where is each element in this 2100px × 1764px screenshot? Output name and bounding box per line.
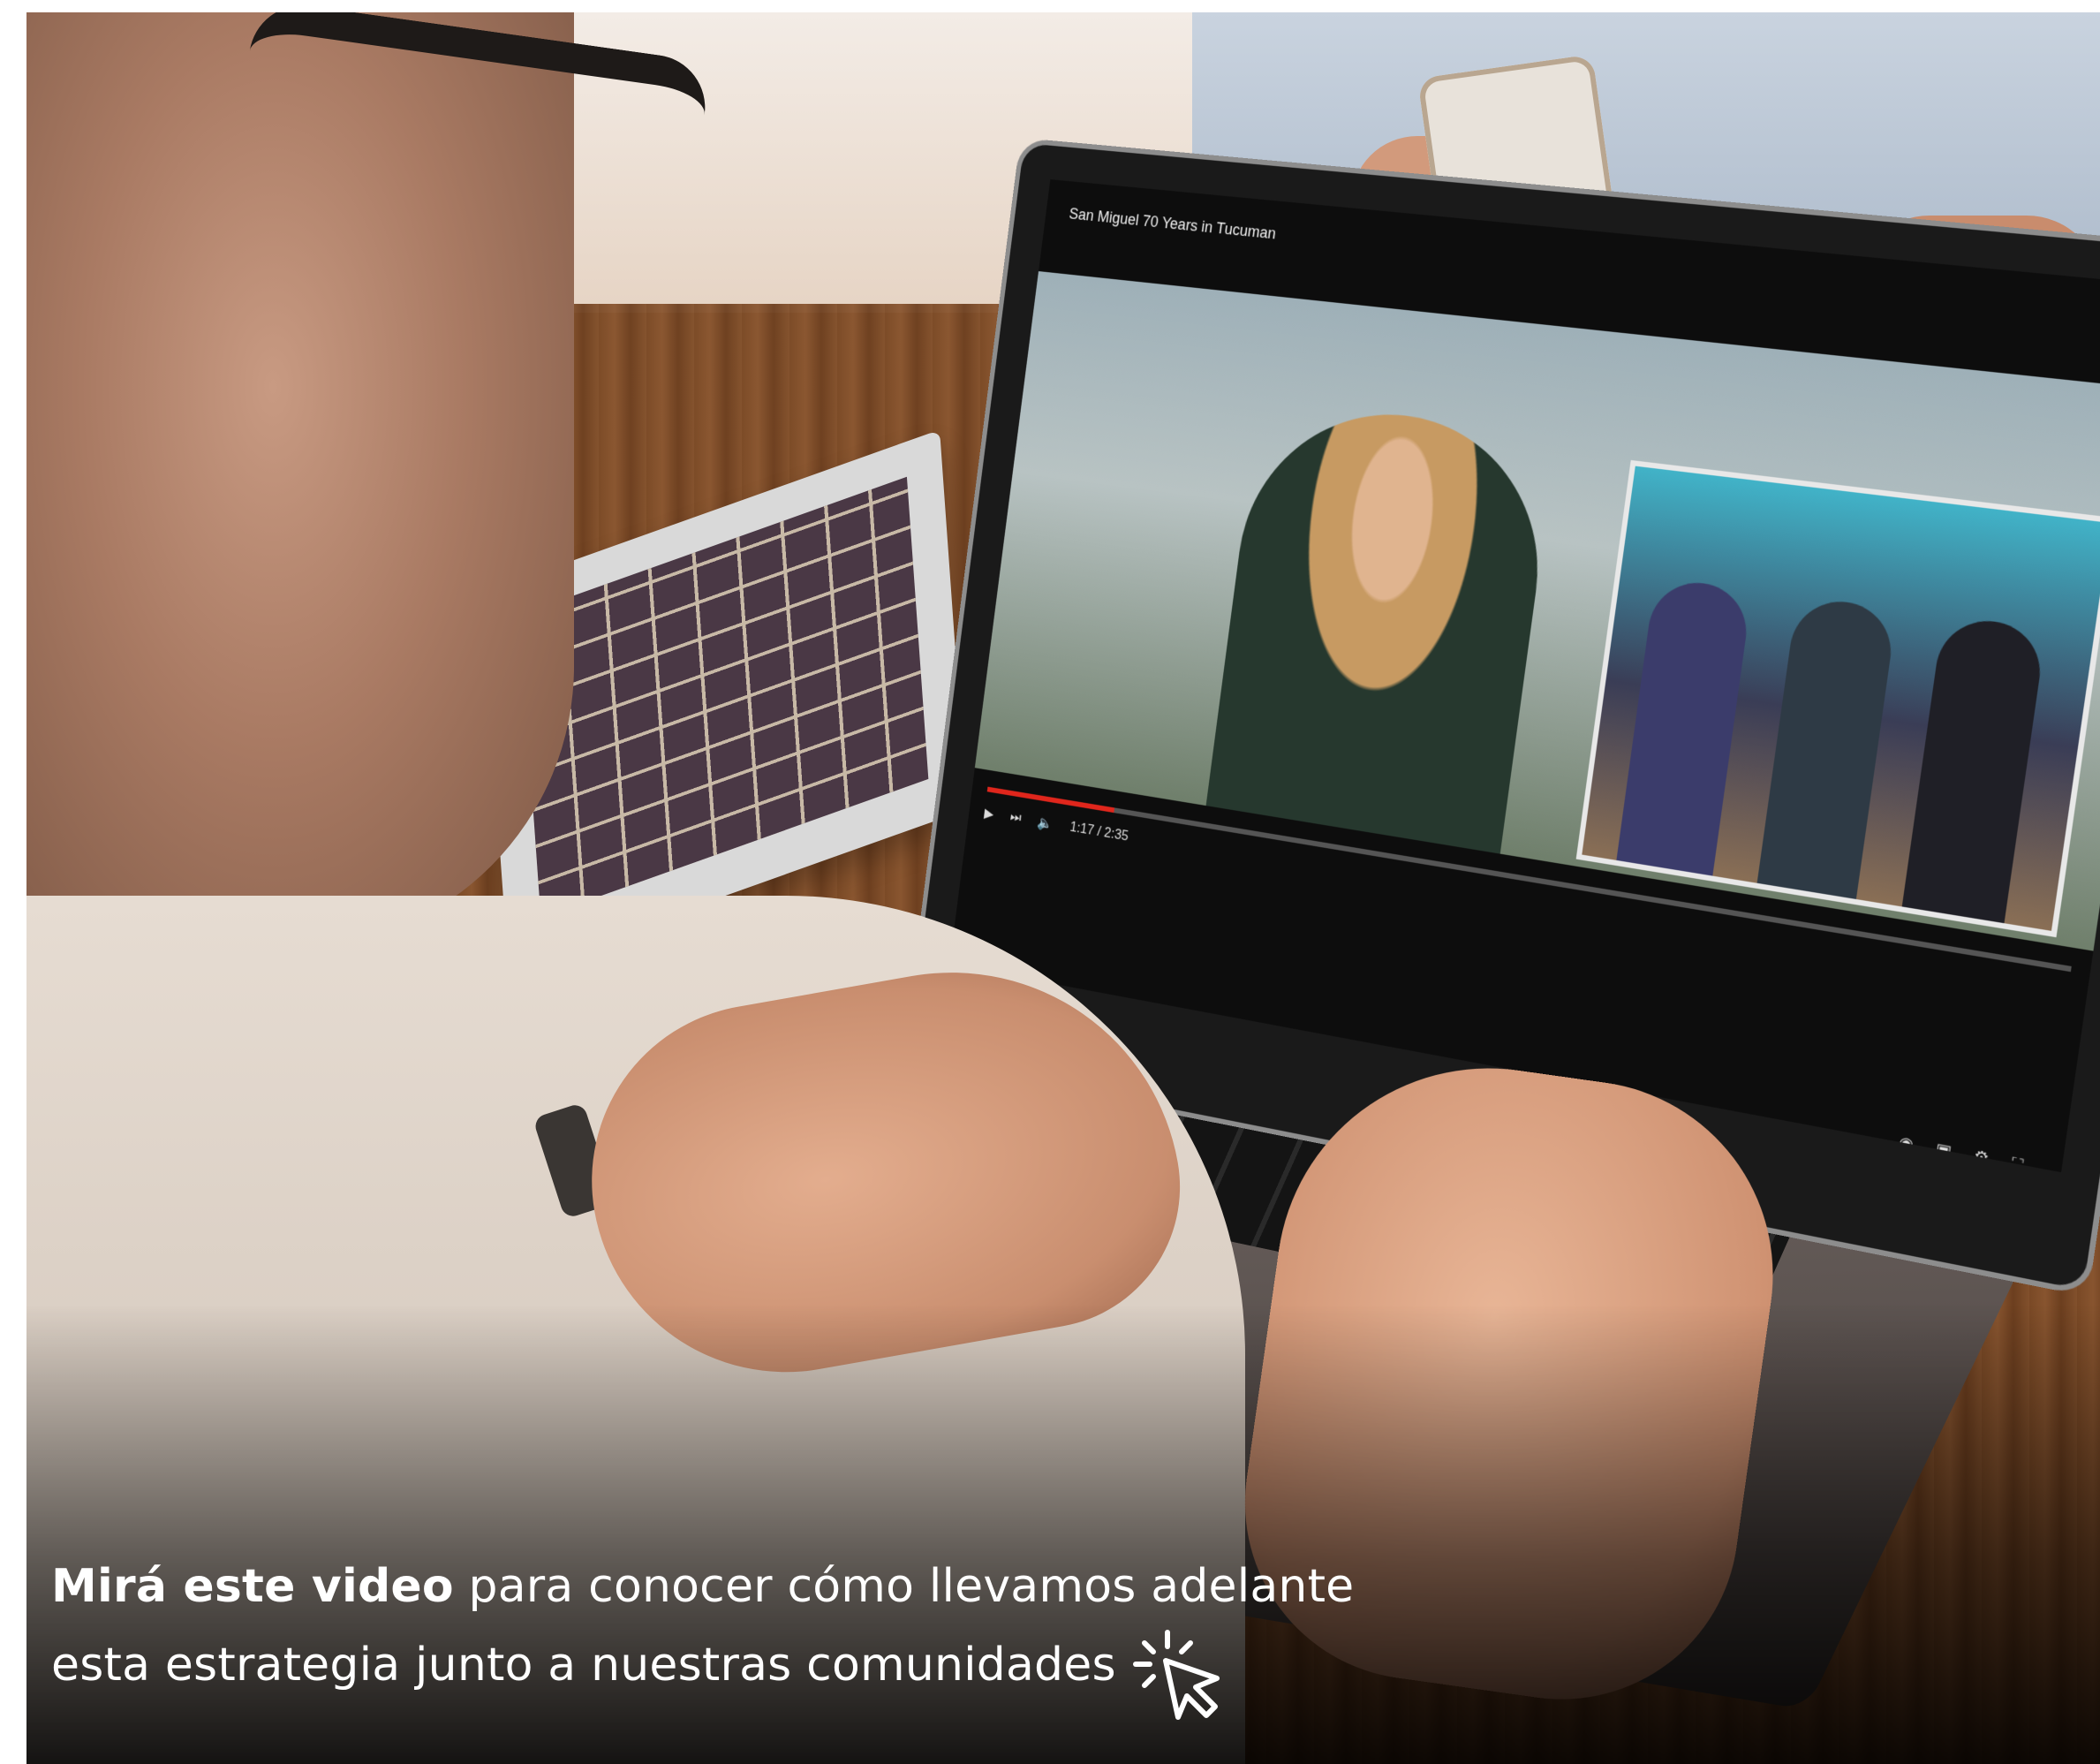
video-player[interactable]	[975, 271, 2100, 951]
fullscreen-icon[interactable]: ⛶	[2010, 1154, 2025, 1172]
inset-person-2	[1757, 595, 1898, 899]
caption-line1-text: para conocer cómo llevamos adelante	[454, 1556, 1355, 1616]
play-icon[interactable]: ▶	[983, 805, 994, 822]
man-head	[26, 12, 574, 949]
volume-icon[interactable]: 🔈	[1037, 814, 1054, 833]
caption-bold-text: Mirá este video	[51, 1556, 454, 1616]
caption-line-2: esta estrategia junto a nuestras comunid…	[51, 1616, 1354, 1714]
caption-line-1: Mirá este video para conocer cómo llevam…	[51, 1556, 1354, 1616]
caption-line2-text: esta estrategia junto a nuestras comunid…	[51, 1635, 1116, 1695]
inset-person-3	[1902, 615, 2047, 923]
hero-photo[interactable]: San Miguel 70 Years in Tucuman ▶ ⏭ 🔈 1:1…	[26, 12, 2100, 1764]
video-inset-photo	[1576, 460, 2100, 937]
inset-person-1	[1616, 577, 1752, 875]
video-controls-right: ◉ ▣ ⚙ ⛶	[1898, 1133, 2025, 1173]
video-time: 1:17 / 2:35	[1069, 820, 1129, 844]
captions-icon[interactable]: ▣	[1934, 1139, 1953, 1162]
video-title: San Miguel 70 Years in Tucuman	[1068, 205, 1277, 243]
next-icon[interactable]: ⏭	[1009, 810, 1023, 827]
laptop-screen: San Miguel 70 Years in Tucuman ▶ ⏭ 🔈 1:1…	[949, 179, 2100, 1172]
video-caption-link[interactable]: Mirá este video para conocer cómo llevam…	[51, 1556, 1354, 1714]
toggle-icon[interactable]: ◉	[1898, 1133, 1915, 1155]
video-presenter	[1206, 398, 1558, 853]
gear-icon[interactable]: ⚙	[1972, 1147, 1990, 1169]
cursor-click-icon[interactable]	[1132, 1625, 1229, 1722]
